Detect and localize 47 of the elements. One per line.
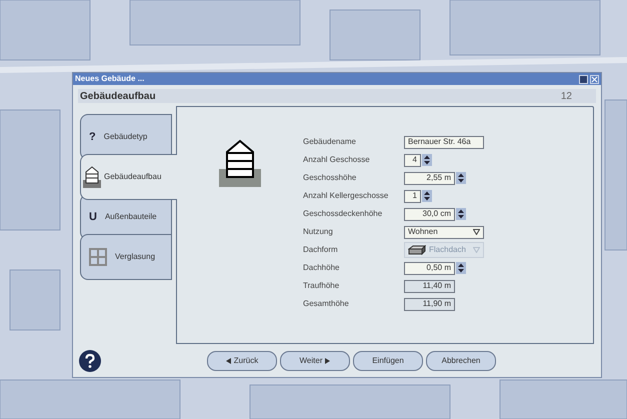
dropdown-arrow-icon bbox=[473, 247, 480, 253]
number-field[interactable]: 0,50 m bbox=[404, 262, 455, 274]
tab-glyph: ? bbox=[89, 130, 96, 145]
page-number: 12 bbox=[560, 90, 572, 104]
number-field[interactable]: 1 bbox=[404, 190, 421, 202]
dropdown[interactable]: Wohnen bbox=[404, 226, 484, 238]
spinner-arrows-icon[interactable] bbox=[456, 262, 466, 274]
tab[interactable]: Verglasung bbox=[80, 234, 172, 280]
window-icon bbox=[89, 248, 107, 266]
tab-glyph: U bbox=[89, 210, 97, 225]
field-label: Anzahl Geschosse bbox=[303, 154, 371, 166]
close-button[interactable] bbox=[590, 74, 599, 84]
window-title: Neues Gebäude ... bbox=[75, 75, 144, 83]
field-label: Dachform bbox=[303, 244, 339, 256]
spinner-arrows-icon[interactable] bbox=[456, 208, 466, 220]
field-label: Gesamthöhe bbox=[303, 298, 350, 310]
spinner-arrows-icon[interactable] bbox=[422, 154, 432, 166]
maximize-button[interactable] bbox=[579, 74, 588, 84]
nav-button[interactable]: Abbrechen bbox=[426, 351, 496, 371]
field-label: Gebäudename bbox=[303, 136, 357, 148]
dropdown-arrow-icon bbox=[473, 229, 480, 235]
nav-button[interactable]: Einfügen bbox=[353, 351, 423, 371]
field-label: Anzahl Kellergeschosse bbox=[303, 190, 390, 202]
building-icon bbox=[219, 139, 261, 187]
number-field[interactable]: 30,0 cm bbox=[404, 208, 455, 220]
help-icon[interactable] bbox=[79, 350, 101, 372]
roof-block-icon bbox=[408, 245, 426, 255]
spinner-arrows-icon[interactable] bbox=[422, 190, 432, 202]
number-field[interactable]: 2,55 m bbox=[404, 172, 455, 184]
section-title: Gebäudeaufbau bbox=[80, 90, 156, 104]
field-label: Dachhöhe bbox=[303, 262, 340, 274]
nav-button[interactable]: Zurück bbox=[207, 351, 277, 371]
left-arrow-icon bbox=[226, 358, 231, 364]
building-icon bbox=[83, 166, 101, 188]
readonly-field: 11,40 m bbox=[404, 280, 455, 292]
nav-button[interactable]: Weiter bbox=[280, 351, 350, 371]
right-arrow-icon bbox=[325, 358, 330, 364]
close-icon bbox=[591, 76, 598, 82]
spinner-arrows-icon[interactable] bbox=[456, 172, 466, 184]
field-label: Traufhöhe bbox=[303, 280, 340, 292]
readonly-field: 11,90 m bbox=[404, 298, 455, 310]
tab[interactable]: Gebäudeaufbau bbox=[80, 154, 177, 200]
field-label: Geschosshöhe bbox=[303, 172, 358, 184]
field-label: Nutzung bbox=[303, 226, 334, 238]
number-field[interactable]: 4 bbox=[404, 154, 421, 166]
field-label: Geschossdeckenhöhe bbox=[303, 208, 384, 220]
text-field[interactable]: Bernauer Str. 46a bbox=[404, 136, 484, 148]
